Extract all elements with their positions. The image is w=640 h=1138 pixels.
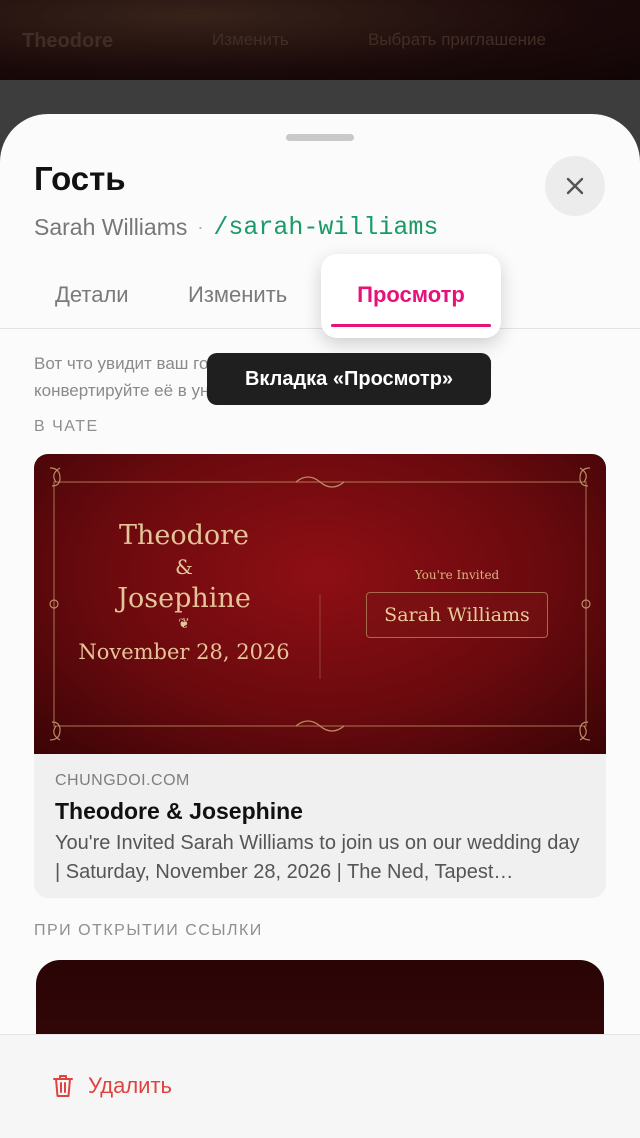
corner-ornament-bottom-right: [579, 721, 591, 741]
delete-label: Удалить: [88, 1073, 172, 1098]
ampersand: &: [175, 555, 193, 579]
subtitle-separator: ·: [197, 217, 204, 237]
guest-slug[interactable]: /sarah-williams: [213, 213, 438, 242]
section-label-chat: В ЧАТЕ: [34, 418, 99, 435]
corner-ornament-top-left: [49, 467, 61, 487]
guest-sheet: Гость Sarah Williams · /sarah-williams Д…: [0, 114, 640, 1138]
section-label-open: ПРИ ОТКРЫТИИ ССЫЛКИ: [34, 922, 263, 939]
invitation-card-image: Theodore & Josephine ❦ November 28, 2026…: [34, 454, 606, 754]
trash-icon: [53, 1075, 73, 1097]
chat-preview-card[interactable]: Theodore & Josephine ❦ November 28, 2026…: [34, 454, 606, 898]
tab-preview[interactable]: Просмотр: [321, 282, 501, 308]
sheet-grabber[interactable]: [286, 134, 354, 141]
close-icon: [566, 177, 584, 195]
link-description: You're Invited Sarah Williams to join us…: [55, 832, 580, 883]
bottom-action-bar: Удалить: [0, 1034, 640, 1138]
close-button[interactable]: [545, 156, 605, 216]
wedding-date: November 28, 2026: [78, 640, 290, 664]
guest-subtitle: Sarah Williams · /sarah-williams: [34, 213, 438, 242]
partner-name-1: Theodore: [118, 520, 250, 551]
partner-name-2: Josephine: [117, 583, 251, 614]
link-title: Theodore & Josephine: [55, 798, 303, 824]
tooltip: Вкладка «Просмотр»: [207, 353, 491, 405]
corner-ornament-top-right: [579, 467, 591, 487]
sheet-title: Гость: [34, 160, 126, 197]
heart-ornament-icon: ❦: [178, 616, 190, 632]
link-preview-meta: CHUNGDOI.COM Theodore & Josephine You're…: [55, 772, 585, 887]
invited-guest-name: Sarah Williams: [366, 592, 548, 638]
invitation-guest-block: You're Invited Sarah Williams: [364, 568, 550, 638]
delete-button[interactable]: Удалить: [52, 1073, 172, 1099]
youre-invited-label: You're Invited: [414, 568, 500, 582]
corner-ornament-bottom-left: [49, 721, 61, 741]
tab-details[interactable]: Детали: [55, 282, 129, 308]
tab-bar: Детали Изменить: [0, 254, 640, 329]
active-tab-underline: [331, 324, 491, 327]
link-domain: CHUNGDOI.COM: [55, 772, 190, 789]
couple-names: Theodore & Josephine ❦ November 28, 2026: [74, 520, 294, 664]
tab-edit[interactable]: Изменить: [188, 282, 287, 308]
guest-name: Sarah Williams: [34, 214, 188, 240]
